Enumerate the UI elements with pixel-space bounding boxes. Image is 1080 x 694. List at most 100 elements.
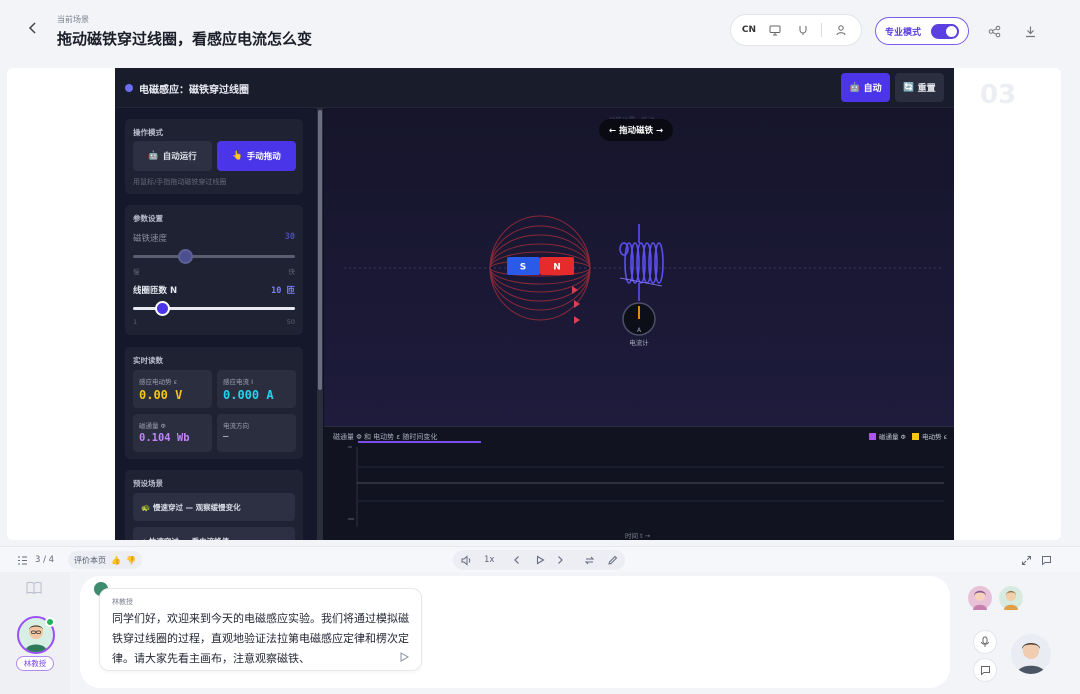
ammeter-label: 电流计 (629, 338, 649, 347)
prev-icon[interactable] (509, 552, 525, 568)
share-icon[interactable] (985, 22, 1003, 40)
online-status-dot (45, 617, 55, 627)
chat-icon (980, 665, 990, 676)
direction-label: 电流方向 (223, 422, 249, 430)
graph-x-label: 时间 t → (625, 532, 651, 540)
book-icon[interactable] (26, 580, 44, 596)
op-mode-hint: 用鼠标/手指拖动磁铁穿过线圈 (133, 178, 227, 186)
speed-slider[interactable] (133, 255, 295, 258)
stage-drawing: S N A 电流计 (344, 215, 944, 347)
preset-fast-button[interactable]: ⚡ 快速穿过 — 看电流峰值 (133, 527, 295, 540)
student-avatar[interactable] (1011, 634, 1051, 674)
next-icon[interactable] (552, 552, 568, 568)
toc-icon[interactable] (14, 552, 30, 568)
pro-mode-toggle[interactable]: 专业模式 (875, 17, 969, 45)
play-icon[interactable] (532, 552, 548, 568)
pro-mode-label: 专业模式 (885, 27, 922, 38)
teacher-name-tag: 林教授 (16, 656, 54, 671)
rate-label: 评价本页 (74, 555, 106, 565)
preset-slow-button[interactable]: 🐢 慢速穿过 — 观察缓慢变化 (133, 493, 295, 521)
bubble-sender-name: 林教授 (112, 598, 133, 606)
speed-label: 磁铁速度 (133, 234, 168, 244)
graph-plot (348, 446, 944, 527)
turns-label: 线圈匝数 N (133, 286, 178, 296)
playback-toolbar: 3 / 4 评价本页 👍 👎 1x (0, 546, 1080, 572)
auto-button-label: 自动 (863, 84, 882, 94)
monitor-icon[interactable] (766, 21, 784, 39)
params-card: 参数设置 磁铁速度 30 慢 快 线圈匝数 N 10 匝 1 50 (125, 205, 303, 335)
params-title: 参数设置 (133, 214, 163, 223)
message-text: 同学们好，欢迎来到今天的电磁感应实验。我们将通过模拟磁铁穿过线圈的过程，直观地验… (112, 612, 409, 665)
current-readout: 感应电流 I 0.000 A (217, 370, 296, 408)
sim-title-bar: 电磁感应：磁铁穿过线圈 🤖 自动 🔄 重置 (115, 68, 954, 108)
op-mode-card: 操作模式 🤖 自动运行 👆 手动拖动 用鼠标/手指拖动磁铁穿过线圈 (125, 119, 303, 194)
playback-controls: 1x (453, 550, 625, 570)
fullscreen-icon[interactable] (1018, 552, 1034, 568)
turns-slider-knob[interactable] (155, 301, 171, 316)
rate-page: 评价本页 👍 👎 (68, 551, 142, 569)
top-header: 当前场景 拖动磁铁穿过线圈，看感应电流怎么变 CN 专业模式 (0, 0, 1080, 62)
readings-card: 实时读数 感应电动势 ε 0.00 V 感应电流 I 0.000 A 磁通量 Φ… (125, 347, 303, 459)
user-icon[interactable] (832, 21, 850, 39)
peer-avatar-1[interactable] (968, 586, 992, 610)
turns-max-label: 50 (286, 318, 295, 326)
manual-drag-button[interactable]: 👆 手动拖动 (217, 141, 296, 171)
slide-number: 03 (980, 80, 1017, 110)
speed-value: 30 (284, 232, 295, 242)
magnet-s-label: S (520, 263, 526, 273)
robot-icon: 🤖 (849, 82, 861, 93)
emf-label: 感应电动势 ε (139, 378, 178, 386)
peer-avatar-2[interactable] (999, 586, 1023, 610)
manual-drag-label: 手动拖动 (246, 152, 281, 162)
magnet-n-label: N (553, 263, 561, 273)
robot-icon: 🤖 (148, 151, 159, 161)
auto-run-button[interactable]: 🤖 自动运行 (133, 141, 212, 171)
thumb-up-icon[interactable]: 👍 (111, 556, 121, 565)
mic-button[interactable] (973, 630, 997, 654)
divider (821, 23, 823, 37)
flux-label: 磁通量 Φ (139, 422, 166, 430)
sim-stage[interactable]: 磁铁位置 · 拖动 ← 拖动磁铁 → S N (324, 108, 954, 426)
chat-area: 林教授 林教授 同学们好，欢迎来到今天的电磁感应实验。我们将通过模拟磁铁穿过线圈… (0, 572, 1080, 694)
sim-title: 电磁感应：磁铁穿过线圈 (139, 85, 249, 96)
language-button[interactable]: CN (742, 25, 756, 35)
auto-button[interactable]: 🤖 自动 (841, 73, 890, 102)
simulation-canvas: 电磁感应：磁铁穿过线圈 🤖 自动 🔄 重置 操作模式 🤖 自动运行 👆 手动拖动… (115, 68, 954, 540)
reset-button[interactable]: 🔄 重置 (895, 73, 944, 102)
presets-title: 预设场景 (133, 479, 163, 488)
control-panel: 操作模式 🤖 自动运行 👆 手动拖动 用鼠标/手指拖动磁铁穿过线圈 参数设置 磁… (115, 108, 317, 540)
pen-icon[interactable] (604, 552, 620, 568)
thumb-down-icon[interactable]: 👎 (126, 556, 136, 565)
scrollbar-thumb[interactable] (318, 110, 322, 390)
left-rail: 林教授 (0, 572, 70, 694)
flux-value: 0.104 Wb (139, 432, 190, 444)
back-icon[interactable] (26, 20, 44, 42)
reset-button-label: 重置 (917, 84, 936, 94)
flux-emf-graph: 磁通量 Φ 和 电动势 ε 随时间变化 磁通量 Φ 电动势 ε 时间 t → (324, 426, 954, 540)
field-arrows (572, 286, 580, 324)
comment-icon[interactable] (1038, 552, 1054, 568)
github-icon[interactable] (794, 21, 812, 39)
current-value: 0.000 A (223, 388, 274, 402)
emf-readout: 感应电动势 ε 0.00 V (133, 370, 212, 408)
status-dot (125, 84, 133, 92)
turns-min-label: 1 (133, 318, 138, 326)
playback-speed[interactable]: 1x (484, 555, 494, 565)
volume-icon[interactable] (458, 552, 474, 568)
speed-slider-knob[interactable] (177, 249, 193, 264)
auto-run-label: 自动运行 (162, 152, 197, 162)
page-title: 拖动磁铁穿过线圈，看感应电流怎么变 (57, 30, 313, 48)
magnet[interactable]: S N (507, 257, 574, 275)
download-icon[interactable] (1021, 22, 1039, 40)
op-mode-title: 操作模式 (133, 128, 163, 137)
current-label: 感应电流 I (223, 378, 253, 386)
loop-icon[interactable] (581, 552, 597, 568)
hand-icon: 👆 (232, 151, 243, 161)
speaker-icon[interactable] (398, 648, 412, 662)
page-indicator: 3 / 4 (35, 555, 55, 565)
speed-max-label: 快 (288, 268, 296, 276)
chat-button[interactable] (973, 658, 997, 682)
scene-label: 当前场景 (57, 15, 89, 24)
toggle-switch[interactable] (931, 24, 959, 39)
ammeter: A 电流计 (622, 302, 656, 347)
